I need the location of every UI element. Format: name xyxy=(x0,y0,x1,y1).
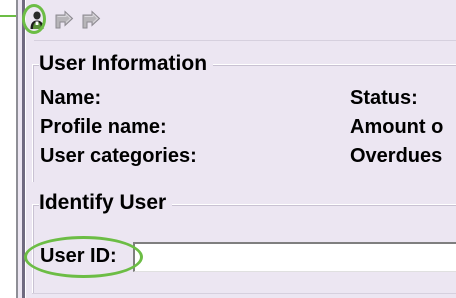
identify-user-highlight xyxy=(22,4,46,34)
circulation-window: User Information Name: Profile name: Use… xyxy=(0,0,456,298)
left-margin xyxy=(0,0,16,298)
name-label: Name: xyxy=(40,87,102,109)
frame-divider xyxy=(16,0,18,298)
annotation-line xyxy=(0,15,16,17)
amount-label: Amount o xyxy=(350,116,444,138)
overdues-label: Overdues xyxy=(350,145,443,167)
profile-name-label: Profile name: xyxy=(40,116,167,138)
forward-arrow-icon xyxy=(55,10,74,29)
forward-button[interactable] xyxy=(54,10,74,30)
bottom-separator xyxy=(32,293,456,294)
forward-arrow-alt-icon xyxy=(82,10,101,29)
status-label: Status: xyxy=(350,87,418,109)
user-categories-label: User categories: xyxy=(40,145,197,167)
user-id-input[interactable] xyxy=(133,242,456,272)
panel-separator xyxy=(34,40,456,41)
user-id-highlight xyxy=(24,236,143,278)
forward-alt-button[interactable] xyxy=(81,10,101,30)
identify-user-title: Identify User xyxy=(39,191,173,215)
user-information-title: User Information xyxy=(39,52,214,76)
